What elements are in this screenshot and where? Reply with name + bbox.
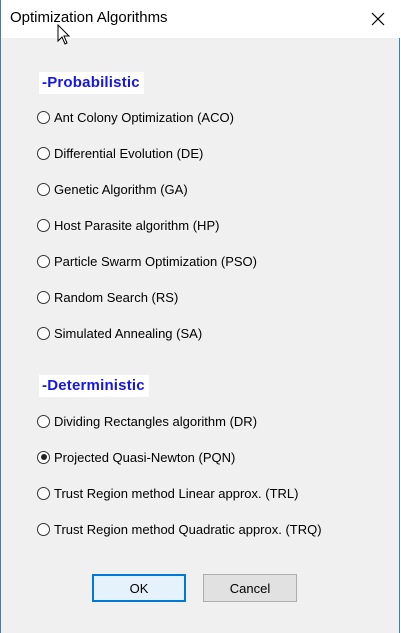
radio-label: Projected Quasi-Newton (PQN)	[54, 449, 236, 465]
radio-unchecked-icon[interactable]	[37, 110, 50, 124]
radio-unchecked-icon[interactable]	[37, 218, 50, 232]
section-header-deterministic: -Deterministic	[39, 375, 149, 397]
radio-unchecked-icon[interactable]	[37, 414, 50, 428]
radio-unchecked-icon[interactable]	[37, 182, 50, 196]
radio-unchecked-icon[interactable]	[37, 522, 50, 536]
radio-checked-icon[interactable]	[37, 450, 50, 464]
radio-unchecked-icon[interactable]	[37, 326, 50, 340]
radio-option[interactable]: Host Parasite algorithm (HP)	[37, 215, 219, 235]
optimization-dialog: Optimization Algorithms -Probabilistic A…	[0, 0, 400, 633]
radio-unchecked-icon[interactable]	[37, 290, 50, 304]
radio-label: Trust Region method Quadratic approx. (T…	[54, 521, 322, 537]
radio-label: Trust Region method Linear approx. (TRL)	[54, 485, 299, 501]
radio-label: Particle Swarm Optimization (PSO)	[54, 253, 257, 269]
radio-option[interactable]: Random Search (RS)	[37, 287, 178, 307]
mouse-cursor-icon	[57, 24, 71, 45]
radio-label: Random Search (RS)	[54, 289, 179, 305]
radio-unchecked-icon[interactable]	[37, 254, 50, 268]
radio-option[interactable]: Trust Region method Quadratic approx. (T…	[37, 519, 322, 539]
radio-option[interactable]: Ant Colony Optimization (ACO)	[37, 107, 234, 127]
radio-label: Dividing Rectangles algorithm (DR)	[54, 413, 258, 429]
radio-option[interactable]: Dividing Rectangles algorithm (DR)	[37, 411, 257, 431]
cancel-button[interactable]: Cancel	[203, 574, 297, 602]
radio-label: Differential Evolution (DE)	[54, 145, 204, 161]
radio-option[interactable]: Particle Swarm Optimization (PSO)	[37, 251, 257, 271]
radio-label: Simulated Annealing (SA)	[54, 325, 203, 341]
radio-option[interactable]: Projected Quasi-Newton (PQN)	[37, 447, 235, 467]
section-header-probabilistic: -Probabilistic	[39, 72, 144, 94]
radio-option[interactable]: Genetic Algorithm (GA)	[37, 179, 188, 199]
window-title: Optimization Algorithms	[10, 9, 168, 26]
radio-unchecked-icon[interactable]	[37, 486, 50, 500]
radio-label: Ant Colony Optimization (ACO)	[54, 109, 234, 125]
close-button[interactable]	[356, 0, 400, 38]
radio-option[interactable]: Trust Region method Linear approx. (TRL)	[37, 483, 298, 503]
ok-button[interactable]: OK	[92, 574, 186, 602]
radio-unchecked-icon[interactable]	[37, 146, 50, 160]
radio-label: Host Parasite algorithm (HP)	[54, 217, 220, 233]
close-icon	[371, 12, 385, 26]
radio-option[interactable]: Simulated Annealing (SA)	[37, 323, 202, 343]
radio-option[interactable]: Differential Evolution (DE)	[37, 143, 203, 163]
radio-label: Genetic Algorithm (GA)	[54, 181, 188, 197]
